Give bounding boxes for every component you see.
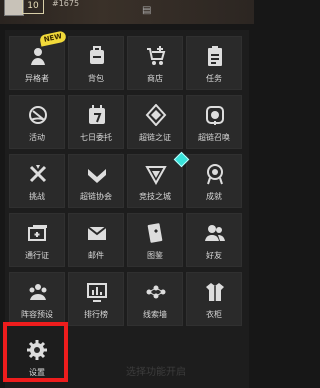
menu-tile-label: 阵容预设	[21, 310, 53, 319]
menu-tile-label: 好友	[206, 251, 222, 260]
menu-tile-friends[interactable]: 好友	[186, 213, 242, 267]
menu-tile-wardrobe[interactable]: 衣柜	[186, 272, 242, 326]
activity-icon	[29, 106, 47, 124]
backpack-icon	[90, 46, 104, 64]
menu-tile-label: 竞技之城	[139, 192, 171, 201]
achievement-icon	[207, 164, 223, 185]
hint-text: 选择功能开启	[126, 367, 186, 378]
mail-icon	[87, 226, 107, 240]
menu-tile-label: 商店	[147, 74, 163, 83]
menu-tile-backpack[interactable]: 背包	[68, 36, 124, 90]
menu-tile-label: 排行榜	[84, 310, 108, 319]
settings-highlight-box	[3, 322, 68, 382]
menu-tile-label: 超链之证	[139, 133, 171, 142]
menu-tile-calendar-seven[interactable]: 七日委托	[68, 95, 124, 149]
player-level: 10	[22, 0, 44, 14]
menu-tile-label: 背包	[88, 74, 104, 83]
menu-tile-label: 异格者	[25, 74, 49, 83]
association-icon	[88, 169, 106, 183]
lineup-preset-icon	[29, 284, 47, 300]
friends-icon	[205, 225, 225, 241]
challenge-icon	[29, 165, 47, 183]
summon-icon	[206, 106, 224, 125]
menu-tile-label: 超链协会	[80, 192, 112, 201]
menu-tile-label: 邮件	[88, 251, 104, 260]
menu-tile-lineup-preset[interactable]: 阵容预设	[9, 272, 65, 326]
menu-tile-challenge[interactable]: 挑战	[9, 154, 65, 208]
player-avatar[interactable]	[4, 0, 24, 16]
menu-tile-collection-card[interactable]: 图鉴	[127, 213, 183, 267]
arena-city-icon	[145, 166, 167, 185]
pass-card-icon	[28, 225, 47, 241]
clue-wall-icon	[146, 285, 166, 299]
background-text-icon: ▤	[142, 5, 152, 16]
menu-tile-label: 七日委托	[80, 133, 112, 142]
menu-tile-label: 挑战	[29, 192, 45, 201]
menu-tile-label: 通行证	[25, 251, 49, 260]
menu-tile-label: 成就	[206, 192, 222, 201]
menu-tile-label: 衣柜	[206, 310, 222, 319]
menu-tile-label: 任务	[206, 74, 222, 83]
hyperlink-badge-icon	[145, 104, 167, 126]
menu-tile-heterotype[interactable]: 异格者	[9, 36, 65, 90]
menu-tile-label: 活动	[29, 133, 45, 142]
menu-tile-label: 图鉴	[147, 251, 163, 260]
menu-tile-activity[interactable]: 活动	[9, 95, 65, 149]
shop-cart-icon	[147, 46, 166, 65]
menu-tile-shop-cart[interactable]: 商店	[127, 36, 183, 90]
top-bar: 10 #1675 ▤	[0, 0, 254, 24]
collection-card-icon	[147, 223, 163, 243]
calendar-seven-icon	[89, 105, 105, 124]
task-clipboard-icon	[208, 46, 222, 66]
menu-tile-association[interactable]: 超链协会	[68, 154, 124, 208]
menu-tile-mail[interactable]: 邮件	[68, 213, 124, 267]
wardrobe-icon	[206, 283, 224, 301]
menu-tile-leaderboard[interactable]: 排行榜	[68, 272, 124, 326]
leaderboard-icon	[87, 283, 107, 302]
menu-tile-task-clipboard[interactable]: 任务	[186, 36, 242, 90]
menu-tile-label: 超链召唤	[198, 133, 230, 142]
menu-tile-label: 线索墙	[143, 310, 167, 319]
player-uid: #1675	[52, 0, 80, 8]
menu-tile-hyperlink-badge[interactable]: 超链之证	[127, 95, 183, 149]
heterotype-icon	[31, 48, 45, 65]
menu-tile-achievement[interactable]: 成就	[186, 154, 242, 208]
menu-tile-arena-city[interactable]: 竞技之城	[127, 154, 183, 208]
menu-tile-clue-wall[interactable]: 线索墙	[127, 272, 183, 326]
menu-tile-summon[interactable]: 超链召唤	[186, 95, 242, 149]
menu-tile-pass-card[interactable]: 通行证	[9, 213, 65, 267]
